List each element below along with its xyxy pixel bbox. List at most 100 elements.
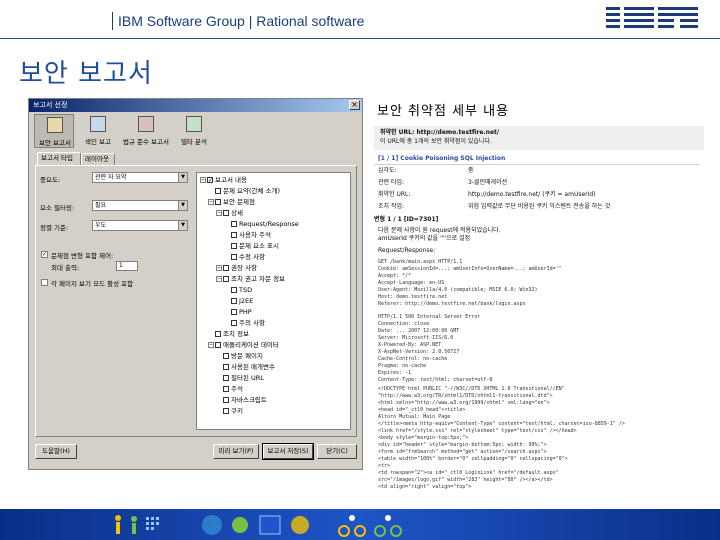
code-line: <link href="/style.css" rel="stylesheet"… xyxy=(378,428,577,434)
tree-item[interactable]: 조치 정보 xyxy=(208,330,249,339)
tree-item[interactable]: 수정 사항 xyxy=(224,253,265,262)
toolbar-button-label: 법규 준수 보고서 xyxy=(123,138,169,146)
include-variants-checkbox[interactable]: ✓ xyxy=(41,251,48,258)
tree-item-label: PHP xyxy=(239,308,252,316)
header-divider xyxy=(0,38,720,39)
tree-item[interactable]: 주석 xyxy=(216,385,243,394)
close-icon[interactable]: × xyxy=(349,100,360,110)
tree-checkbox[interactable] xyxy=(223,375,229,381)
tree-item[interactable]: 필터된 URL xyxy=(216,374,264,383)
tree-item[interactable]: 문제 요약(간체 소개) xyxy=(208,187,280,196)
code-line: Host: demo.testfire.net xyxy=(378,294,448,300)
toolbar-compliance-button[interactable]: 법규 준수 보고서 xyxy=(122,114,170,148)
tree-item[interactable]: − 보고서 내용 xyxy=(200,176,247,185)
issue-filter-select[interactable]: 필요 ▼ xyxy=(92,200,188,211)
tree-item[interactable]: J2EE xyxy=(224,297,253,306)
vulnerable-url-line: 취약한 URL: http://demo.testfire.net/ xyxy=(380,129,500,136)
tree-item[interactable]: − 조치 권고 자문 정보 xyxy=(216,275,285,284)
tree-item[interactable]: 방문 페이지 xyxy=(216,352,263,361)
tab-layout[interactable]: 레이아웃 xyxy=(81,153,115,165)
collapse-icon[interactable]: − xyxy=(200,177,206,183)
report-document-preview: 보안 취약점 세부 내용 취약한 URL: http://demo.testfi… xyxy=(372,96,706,506)
sort-select-value: 우도 xyxy=(95,222,107,229)
tree-checkbox[interactable] xyxy=(231,221,237,227)
tree-checkbox[interactable] xyxy=(215,331,221,337)
index-icon xyxy=(90,116,106,132)
importance-select-value: 관련 자 요약 xyxy=(95,174,127,181)
type-value: 3-클린매게이션 xyxy=(468,179,508,186)
tab-report-type[interactable]: 보고서 타입 xyxy=(37,152,81,165)
tree-checkbox[interactable] xyxy=(223,276,229,282)
issue-filter-select-value: 필요 xyxy=(95,202,107,209)
code-line: Accept: */* xyxy=(378,273,412,279)
collapse-icon[interactable]: − xyxy=(216,265,222,271)
tree-checkbox[interactable] xyxy=(231,287,237,293)
help-button[interactable]: 도움말(H) xyxy=(35,444,77,459)
tree-item[interactable]: PHP xyxy=(224,308,252,317)
vulnerability-count-line: 이 URL에 총 1개의 보안 취약점이 있습니다. xyxy=(380,138,492,145)
code-line: Connection: close xyxy=(378,321,430,327)
toolbar-security-report-button[interactable]: 보안 보고서 xyxy=(34,114,74,148)
tree-item[interactable]: 주의 사항 xyxy=(224,319,265,328)
collapse-icon[interactable]: − xyxy=(208,342,214,348)
importance-label: 중요도: xyxy=(40,176,61,184)
code-line: Date: ... 2007 12:00:00 GMT xyxy=(378,328,460,334)
tree-checkbox[interactable] xyxy=(223,210,229,216)
tree-checkbox[interactable] xyxy=(215,199,221,205)
tree-checkbox[interactable] xyxy=(223,265,229,271)
preview-button[interactable]: 미리 보기(P) xyxy=(213,444,259,459)
code-line: Altoro Mutual: Main Page xyxy=(378,414,451,420)
tree-item[interactable]: Request/Response xyxy=(224,220,299,229)
tree-checkbox[interactable] xyxy=(223,353,229,359)
save-report-button[interactable]: 보고서 저장(S) xyxy=(262,443,314,460)
tree-item[interactable]: 자바스크립트 xyxy=(216,396,267,405)
collapse-icon[interactable]: − xyxy=(216,210,222,216)
code-line: <table width="100%" border="0" cellpaddi… xyxy=(378,456,568,462)
tree-item[interactable]: − 권장 사항 xyxy=(216,264,257,273)
tree-item[interactable]: 사용자 주석 xyxy=(224,231,271,240)
tree-checkbox[interactable] xyxy=(231,232,237,238)
code-line: Cache-Control: no-cache xyxy=(378,356,448,362)
tree-checkbox[interactable] xyxy=(231,243,237,249)
importance-select[interactable]: 관련 자 요약 ▼ xyxy=(92,172,188,183)
variant-line-2: amUserId 쿠키의 값을 '"'으로 설정 xyxy=(378,235,471,242)
code-line: Content-Type: text/html; charset=utf-8 xyxy=(378,377,493,383)
tree-item-label: 애플리케이션 데이터 xyxy=(223,341,279,349)
tree-checkbox[interactable] xyxy=(231,320,237,326)
code-line: X-AspNet-Version: 2.0.50727 xyxy=(378,349,460,355)
tree-item[interactable]: 문제 요소 표시 xyxy=(224,242,279,251)
tree-checkbox[interactable] xyxy=(231,298,237,304)
code-line: Expires: -1 xyxy=(378,370,412,376)
chevron-down-icon: ▼ xyxy=(178,201,187,210)
code-line: <div id="header" style="margin-bottom:5p… xyxy=(378,442,547,448)
max-count-input[interactable]: 1 xyxy=(116,261,138,271)
severity-key: 심각도: xyxy=(378,167,397,174)
tree-checkbox[interactable] xyxy=(223,397,229,403)
tree-checkbox[interactable] xyxy=(215,342,221,348)
tree-checkbox[interactable] xyxy=(223,408,229,414)
tree-item-label: 주의 사항 xyxy=(239,319,265,327)
tree-item[interactable]: − 보안 문제점 xyxy=(208,198,255,207)
tree-checkbox[interactable] xyxy=(215,188,221,194)
tree-checkbox[interactable] xyxy=(207,177,213,183)
tree-item[interactable]: TSD xyxy=(224,286,252,295)
collapse-icon[interactable]: − xyxy=(208,199,214,205)
report-content-tree[interactable]: −보고서 내용문제 요약(간체 소개) −보안 문제점 −상세 Request/Res… xyxy=(196,172,351,430)
close-button[interactable]: 닫기(C) xyxy=(317,444,357,459)
tree-checkbox[interactable] xyxy=(231,309,237,315)
collapse-icon[interactable]: − xyxy=(216,276,222,282)
toolbar-index-button[interactable]: 색인 보고 xyxy=(78,114,118,148)
tree-checkbox[interactable] xyxy=(223,386,229,392)
tree-item[interactable]: − 상세 xyxy=(216,209,243,218)
tree-item[interactable]: 쿠키 xyxy=(216,407,243,416)
toolbar-delta-button[interactable]: 델타 분석 xyxy=(174,114,214,148)
extra-option-label: 각 페이지 보기 모드 활성 포함 xyxy=(51,280,134,288)
sort-select[interactable]: 우도 ▼ xyxy=(92,220,188,231)
extra-option-checkbox[interactable] xyxy=(41,279,48,286)
tree-item[interactable]: 사용된 매개변수 xyxy=(216,363,275,372)
tree-checkbox[interactable] xyxy=(231,254,237,260)
code-line: Pragma: no-cache xyxy=(378,363,427,369)
url-value: http://demo.testfire.net/ (쿠키 = amUserId… xyxy=(468,191,596,198)
tree-item[interactable]: − 애플리케이션 데이터 xyxy=(208,341,279,350)
tree-checkbox[interactable] xyxy=(223,364,229,370)
